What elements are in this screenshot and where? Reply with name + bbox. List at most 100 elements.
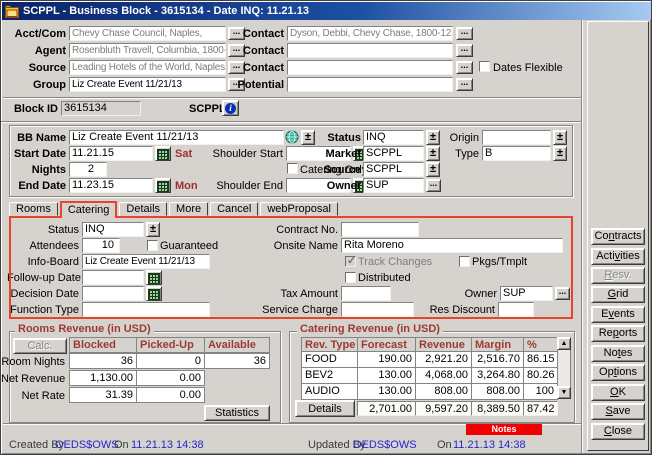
rooms-col-blocked: Blocked bbox=[69, 337, 137, 353]
updated-by-value: OEDS$OWS bbox=[353, 439, 417, 451]
market-label: Market bbox=[319, 148, 361, 161]
status-field[interactable]: INQ bbox=[363, 130, 424, 145]
separator bbox=[581, 20, 583, 453]
start-date-field[interactable]: 11.21.15 bbox=[69, 146, 153, 161]
notes-badge[interactable]: Notes bbox=[466, 424, 542, 435]
rooms-revenue-title: Rooms Revenue (in USD) bbox=[15, 324, 154, 336]
net-revenue-label: Net Revenue bbox=[1, 373, 65, 386]
options-button[interactable]: Options bbox=[591, 364, 645, 381]
cat-row-food-percent: 86.15 bbox=[523, 351, 558, 368]
owner-field[interactable]: SUP bbox=[363, 178, 424, 193]
contact1-field[interactable]: Dyson, Debbi, Chevy Chase, 1800-123- bbox=[287, 26, 453, 41]
net-rate-picked-up: 0.00 bbox=[136, 387, 205, 403]
room-nights-available: 36 bbox=[204, 353, 270, 369]
cat-row-audio-type[interactable]: AUDIO bbox=[301, 383, 358, 400]
save-button[interactable]: Save bbox=[591, 403, 645, 420]
cat-row-bev2-margin: 3,264.80 bbox=[471, 367, 524, 384]
cat-row-bev2-type[interactable]: BEV2 bbox=[301, 367, 358, 384]
property-info-button[interactable] bbox=[222, 100, 239, 116]
reports-button[interactable]: Reports bbox=[591, 325, 645, 342]
contact2-label: Contact bbox=[229, 45, 284, 58]
agent-label: Agent bbox=[7, 45, 66, 58]
nights-field[interactable]: 2 bbox=[69, 162, 107, 177]
room-nights-label: Room Nights bbox=[1, 356, 65, 369]
statistics-button[interactable]: Statistics bbox=[204, 405, 270, 421]
globe-icon[interactable] bbox=[285, 130, 299, 144]
room-nights-picked-up: 0 bbox=[136, 353, 205, 369]
cat-row-food-forecast: 190.00 bbox=[357, 351, 416, 368]
cat-total-forecast: 2,701.00 bbox=[357, 401, 416, 416]
scroll-up-button[interactable] bbox=[557, 337, 571, 350]
created-on-label: On bbox=[114, 439, 129, 451]
bb-source-field[interactable]: SCPPL bbox=[363, 162, 424, 177]
cat-row-food-revenue: 2,921.20 bbox=[415, 351, 472, 368]
potential-lookup-button[interactable] bbox=[456, 78, 473, 91]
calc-button[interactable]: Calc. bbox=[13, 338, 67, 354]
activities-button[interactable]: Activities bbox=[591, 248, 645, 265]
contact2-field[interactable] bbox=[287, 43, 453, 58]
source-field[interactable]: Leading Hotels of the World, Naples, bbox=[69, 60, 226, 75]
bb-name-dropdown-button[interactable] bbox=[301, 130, 315, 145]
bb-name-label: BB Name bbox=[7, 132, 66, 145]
separator bbox=[3, 97, 581, 99]
type-dropdown-button[interactable] bbox=[553, 146, 567, 161]
net-revenue-picked-up: 0.00 bbox=[136, 370, 205, 386]
contact2-lookup-button[interactable] bbox=[456, 44, 473, 57]
agent-field[interactable]: Rosenbluth Travell, Columbia, 1800-r bbox=[69, 43, 226, 58]
business-block-window: SCPPL - Business Block - 3615134 - Date … bbox=[0, 0, 652, 455]
end-day-of-week: Mon bbox=[175, 180, 198, 192]
scroll-down-button[interactable] bbox=[557, 386, 571, 399]
market-field[interactable]: SCPPL bbox=[363, 146, 424, 161]
owner-label: Owner bbox=[319, 180, 361, 193]
cat-row-audio-revenue: 808.00 bbox=[415, 383, 472, 400]
close-button[interactable]: Close bbox=[591, 423, 645, 440]
contact3-lookup-button[interactable] bbox=[456, 61, 473, 74]
origin-dropdown-button[interactable] bbox=[553, 130, 567, 145]
created-by-value: OEDS$OWS bbox=[55, 439, 119, 451]
details-button[interactable]: Details bbox=[295, 400, 355, 417]
acct-com-field[interactable]: Chevy Chase Council, Naples, bbox=[69, 26, 226, 41]
dates-flexible-checkbox[interactable] bbox=[479, 61, 490, 72]
info-icon bbox=[225, 103, 236, 114]
contact1-lookup-button[interactable] bbox=[456, 27, 473, 40]
end-date-field[interactable]: 11.23.15 bbox=[69, 178, 153, 193]
start-date-label: Start Date bbox=[7, 148, 66, 161]
tab-more[interactable]: More bbox=[169, 202, 208, 216]
tab-webproposal[interactable]: webProposal bbox=[260, 202, 338, 216]
source-label: Source bbox=[7, 62, 66, 75]
title-bar[interactable]: SCPPL - Business Block - 3615134 - Date … bbox=[2, 2, 651, 20]
contact3-field[interactable] bbox=[287, 60, 453, 75]
notes-button[interactable]: Notes bbox=[591, 345, 645, 362]
potential-label: Potential bbox=[229, 79, 284, 92]
end-date-calendar-button[interactable] bbox=[155, 178, 171, 193]
ok-button[interactable]: OK bbox=[591, 384, 645, 401]
status-dropdown-button[interactable] bbox=[426, 130, 440, 145]
tab-catering[interactable]: Catering bbox=[60, 201, 118, 218]
events-button[interactable]: Events bbox=[591, 306, 645, 323]
room-nights-blocked: 36 bbox=[69, 353, 137, 369]
catering-only-checkbox[interactable] bbox=[287, 163, 298, 174]
tab-details[interactable]: Details bbox=[119, 202, 167, 216]
bb-name-field[interactable]: Liz Create Event 11/21/13 bbox=[69, 130, 284, 145]
net-rate-blocked: 31.39 bbox=[69, 387, 137, 403]
catering-tab-panel bbox=[9, 216, 573, 319]
group-label: Group bbox=[7, 79, 66, 92]
contracts-button[interactable]: Contracts bbox=[591, 228, 645, 245]
grid-button[interactable]: Grid bbox=[591, 286, 645, 303]
type-field[interactable]: B bbox=[482, 146, 551, 161]
tab-rooms[interactable]: Rooms bbox=[9, 202, 58, 216]
origin-field[interactable] bbox=[482, 130, 551, 145]
group-field[interactable]: Liz Create Event 11/21/13 bbox=[69, 77, 226, 92]
market-dropdown-button[interactable] bbox=[426, 146, 440, 161]
owner-lookup-button[interactable] bbox=[426, 179, 441, 192]
type-label: Type bbox=[439, 148, 479, 161]
start-date-calendar-button[interactable] bbox=[155, 146, 171, 161]
net-rate-label: Net Rate bbox=[1, 390, 65, 403]
potential-field[interactable] bbox=[287, 77, 453, 92]
dates-flexible-label: Dates Flexible bbox=[493, 62, 573, 75]
tab-cancel[interactable]: Cancel bbox=[210, 202, 258, 216]
start-day-of-week: Sat bbox=[175, 148, 192, 160]
tab-bar: Rooms Catering Details More Cancel webPr… bbox=[9, 201, 340, 216]
bb-source-dropdown-button[interactable] bbox=[426, 162, 440, 177]
cat-row-food-type[interactable]: FOOD bbox=[301, 351, 358, 368]
